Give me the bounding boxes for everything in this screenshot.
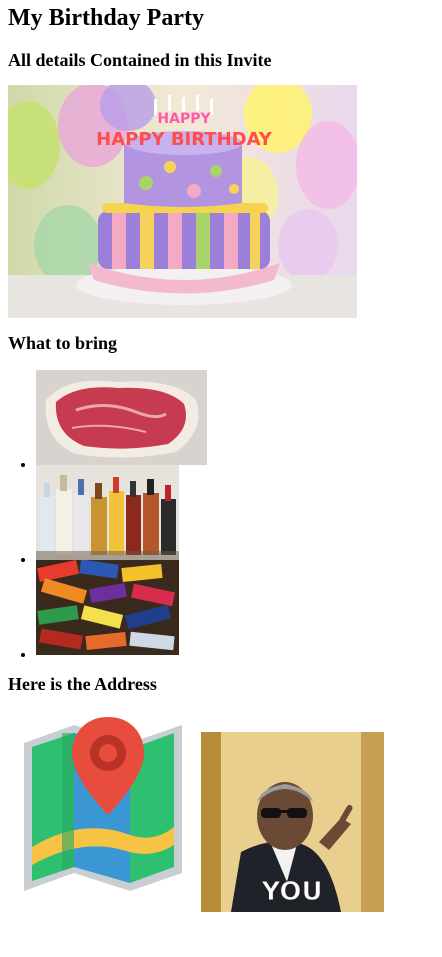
cake-caption: HAPPY BIRTHDAY — [96, 129, 273, 150]
map-pin-icon[interactable] — [22, 717, 184, 899]
list-item — [36, 560, 434, 655]
steak-image — [36, 370, 207, 465]
list-item — [36, 370, 434, 465]
celebrity-pointing-gif: YOU — [201, 732, 384, 912]
page-title: My Birthday Party — [8, 5, 204, 31]
alcohol-bottles-image — [36, 465, 179, 560]
bring-list — [8, 370, 434, 655]
page-subtitle: All details Contained in this Invite — [8, 50, 272, 70]
page: My Birthday Party All details Contained … — [0, 4, 442, 935]
svg-text:HAPPY: HAPPY — [157, 111, 211, 127]
address-heading: Here is the Address — [8, 674, 157, 694]
address-row: YOU — [8, 695, 434, 935]
candy-bars-image — [36, 560, 179, 655]
gif-caption: YOU — [260, 877, 322, 907]
list-item — [36, 465, 434, 560]
bring-heading: What to bring — [8, 333, 118, 353]
birthday-cake-image: HAPPY HAPPY BIRTHDAY — [8, 85, 357, 318]
